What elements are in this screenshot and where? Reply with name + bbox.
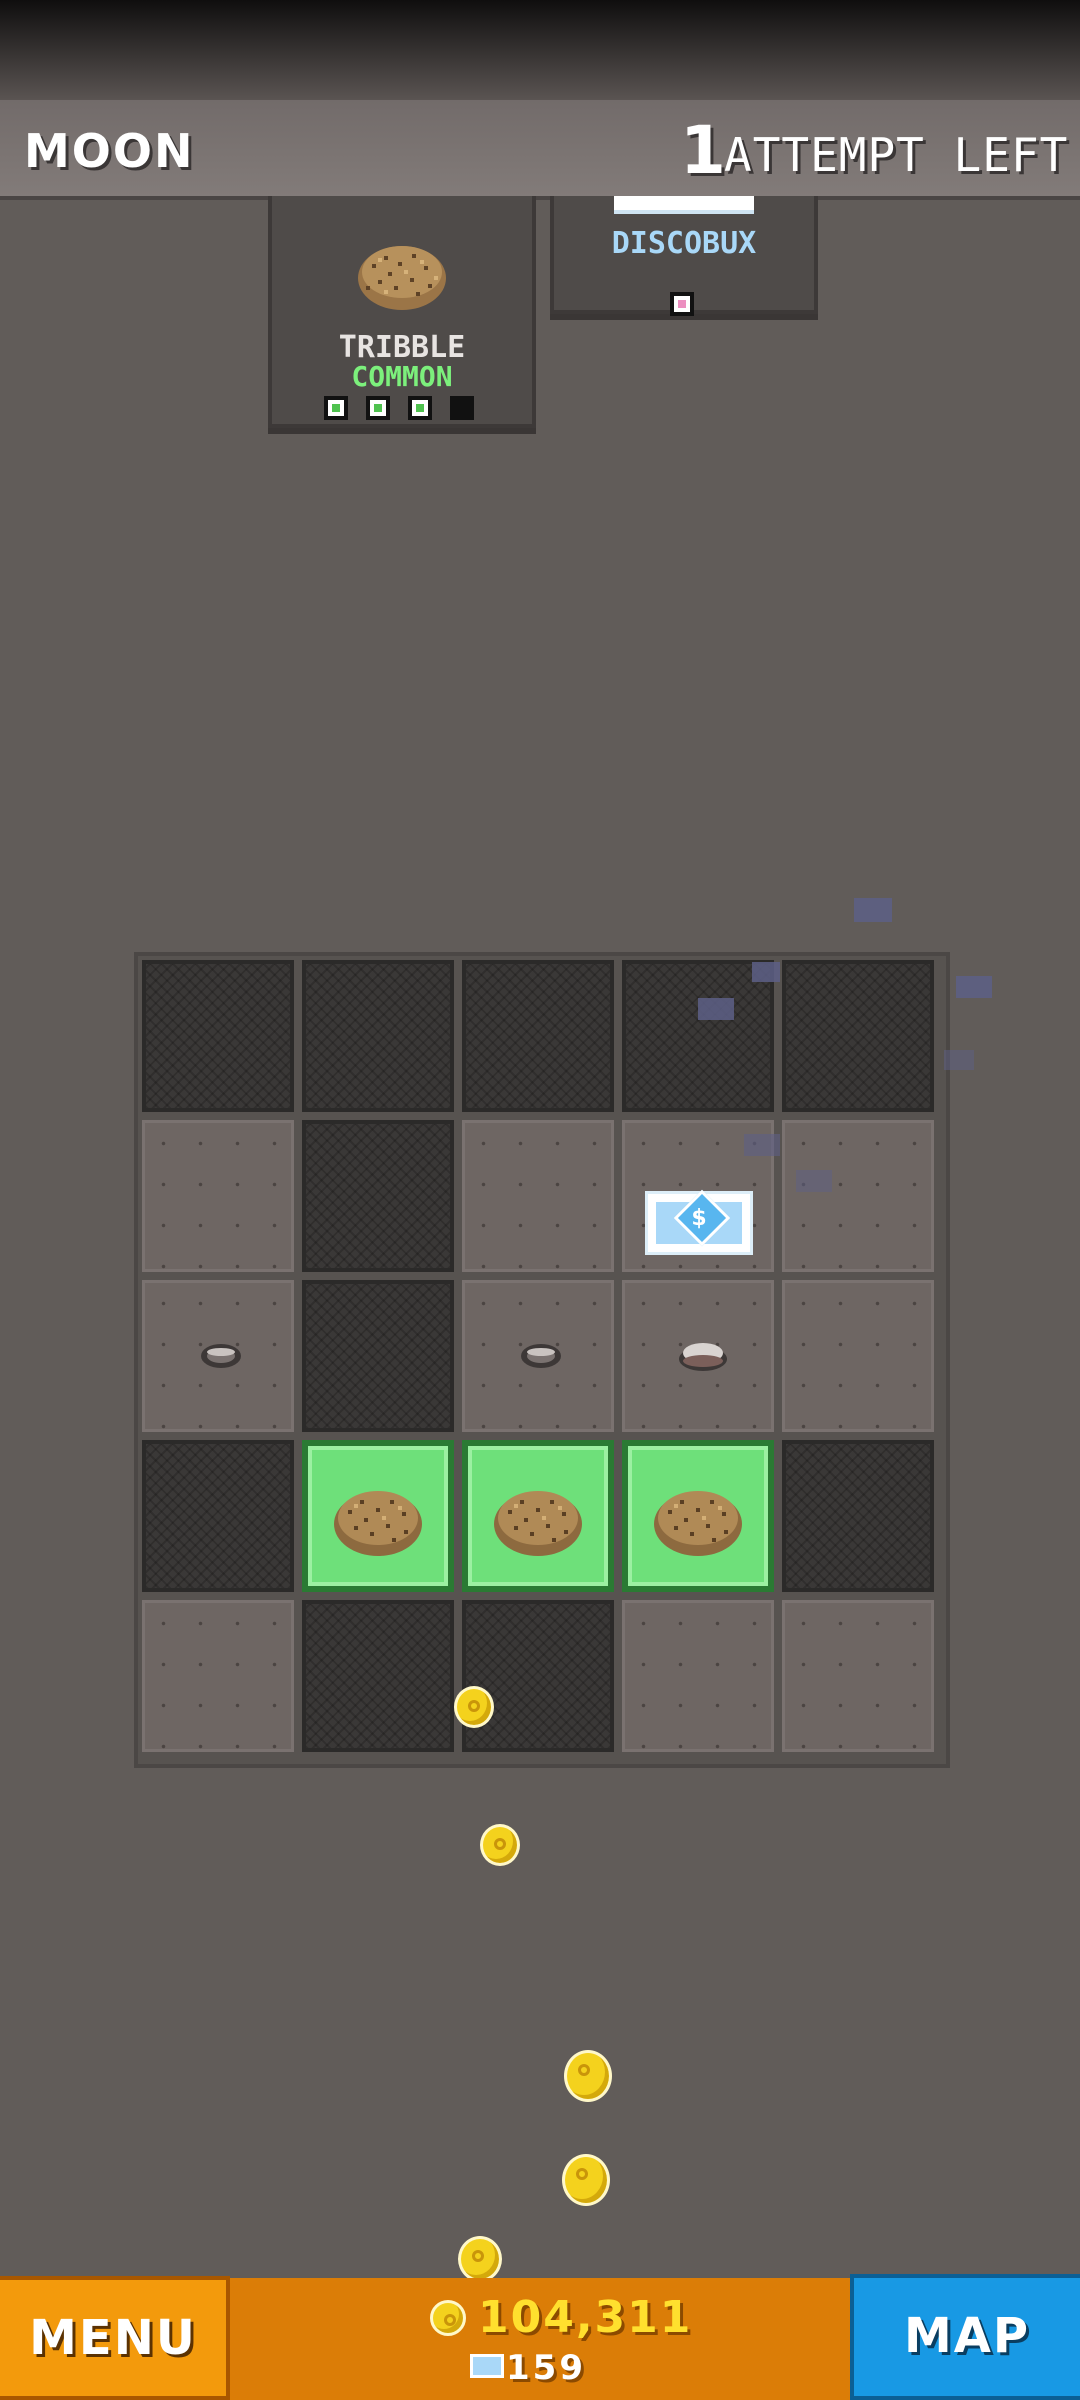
grid-tile-covered[interactable] <box>782 960 934 1112</box>
discobux-bill-icon <box>470 2354 504 2378</box>
discobux-total: 159 <box>506 2348 586 2388</box>
progress-pip-filled <box>366 396 390 420</box>
coin-icon <box>562 2154 610 2206</box>
grid-tile-dug <box>782 1600 934 1752</box>
coin-icon <box>564 2050 612 2102</box>
coin-icon <box>480 1824 520 1866</box>
grid-tile-covered[interactable] <box>622 960 774 1112</box>
grid-tile-covered[interactable] <box>462 960 614 1112</box>
coin-icon <box>430 2300 466 2336</box>
rock-icon <box>679 1343 727 1371</box>
map-button[interactable]: MAP <box>850 2274 1080 2400</box>
menu-button-label: MENU <box>29 2310 197 2366</box>
discobux-bill-icon <box>614 196 754 214</box>
pebble-icon <box>521 1344 561 1368</box>
progress-pip-empty <box>450 396 474 420</box>
dust-particle <box>796 1170 832 1192</box>
grid-tile-covered[interactable] <box>302 960 454 1112</box>
grid-tile-dug <box>142 1280 294 1432</box>
coin-icon <box>458 2236 502 2282</box>
grid-tile-covered[interactable] <box>142 1440 294 1592</box>
dig-grid: $ <box>134 952 950 1768</box>
system-status-bar <box>0 0 1080 100</box>
grid-tile-tribble-found <box>622 1440 774 1592</box>
attempts-count: 1 <box>680 112 726 189</box>
grid-tile-tribble-found <box>302 1440 454 1592</box>
grid-tile-dug <box>782 1120 934 1272</box>
discobux-bill-icon: $ <box>645 1189 753 1255</box>
grid-tile-dug <box>462 1120 614 1272</box>
tribble-icon <box>334 1491 422 1556</box>
grid-tile-covered[interactable] <box>302 1120 454 1272</box>
dust-particle <box>698 998 734 1020</box>
coin-icon <box>454 1686 494 1728</box>
location-title: MOON <box>24 124 195 178</box>
grid-tile-covered[interactable] <box>142 960 294 1112</box>
progress-pip-filled <box>324 396 348 420</box>
grid-tile-covered[interactable] <box>302 1280 454 1432</box>
collection-item-rarity: COMMON <box>351 360 453 393</box>
dust-particle <box>944 1050 974 1070</box>
grid-tile-covered[interactable] <box>462 1600 614 1752</box>
grid-tile-covered[interactable] <box>302 1600 454 1752</box>
grid-tile-dug <box>142 1120 294 1272</box>
grid-tile-dug <box>622 1600 774 1752</box>
collection-card-tribble[interactable]: TRIBBLE COMMON <box>268 196 536 428</box>
grid-tile-dug <box>462 1280 614 1432</box>
grid-tile-dug <box>622 1280 774 1432</box>
tribble-icon <box>494 1491 582 1556</box>
pebble-icon <box>201 1344 241 1368</box>
dust-particle <box>956 976 992 998</box>
grid-tile-covered[interactable] <box>782 1440 934 1592</box>
menu-button[interactable]: MENU <box>0 2276 230 2400</box>
attempts-label: ATTEMPT LEFT <box>724 128 1069 182</box>
collection-item-name: DISCOBUX <box>611 226 757 261</box>
tribble-icon <box>358 246 446 310</box>
dust-particle <box>752 962 780 982</box>
coin-total: 104,311 <box>478 2292 693 2343</box>
progress-pip-filled <box>670 292 694 316</box>
dust-particle <box>744 1134 780 1156</box>
progress-pip-filled <box>408 396 432 420</box>
collection-card-discobux[interactable]: DISCOBUX <box>550 196 818 316</box>
dust-particle <box>854 898 892 922</box>
grid-tile-dug <box>782 1280 934 1432</box>
grid-tile-tribble-found <box>462 1440 614 1592</box>
tribble-icon <box>654 1491 742 1556</box>
map-button-label: MAP <box>903 2308 1031 2364</box>
grid-tile-dug <box>142 1600 294 1752</box>
